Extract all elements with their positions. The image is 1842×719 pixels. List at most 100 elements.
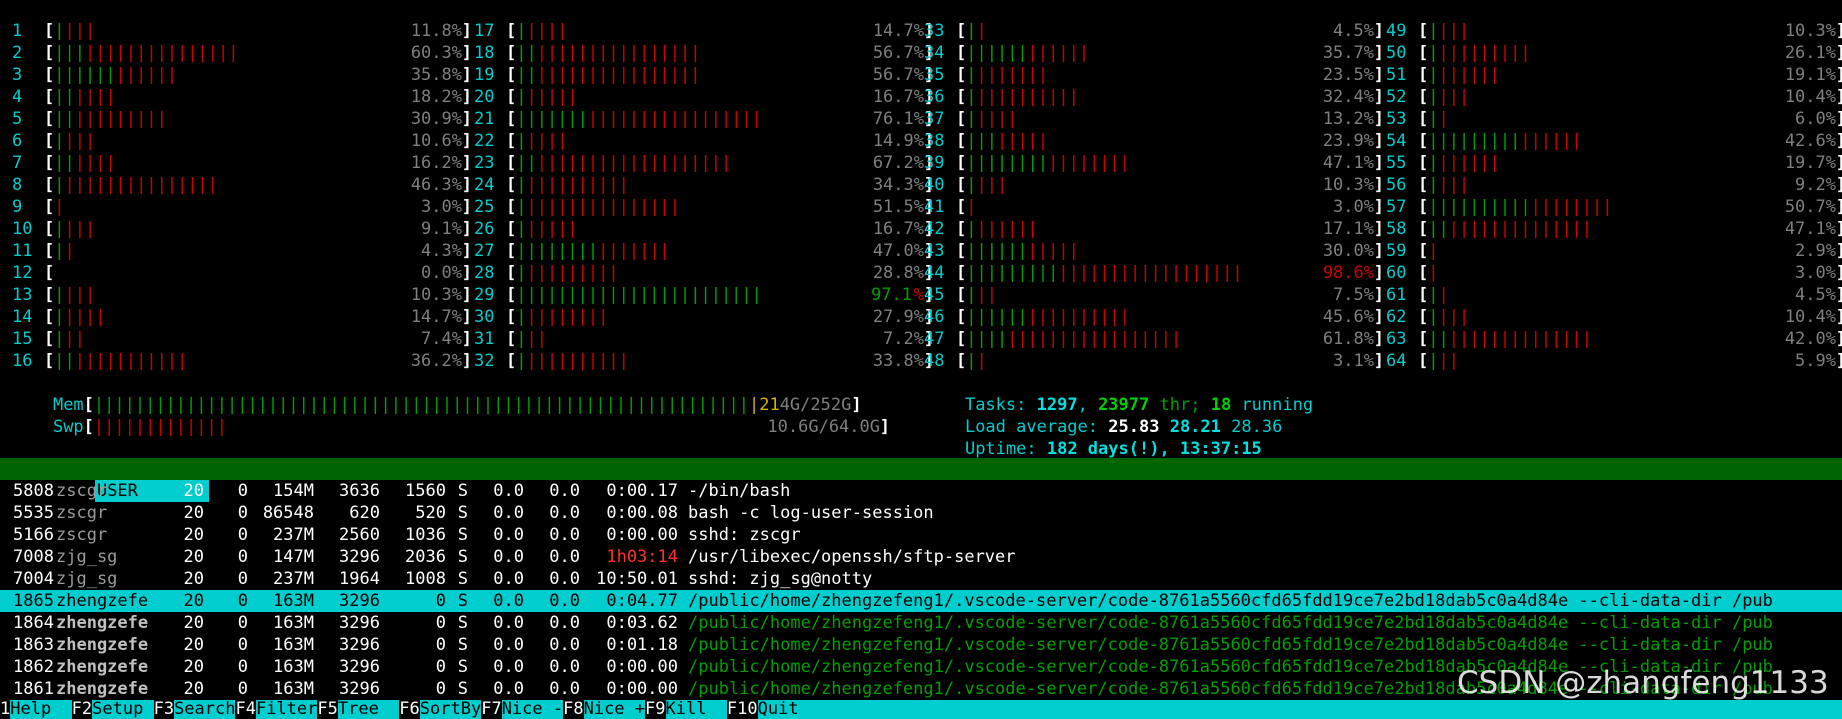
process-pid: 1865 (13, 591, 54, 611)
process-virt: 163M (273, 613, 314, 633)
process-cpu: 0.0 (493, 481, 524, 501)
fkey-kill-button[interactable]: F9Kill (645, 699, 727, 719)
cpu-usage-bar: |||||||||||||||| (966, 307, 1131, 327)
cpu-id: 12 (12, 263, 33, 283)
process-cpu: 0.0 (493, 525, 524, 545)
cpu-meter: 64[|||5.9%] (1386, 351, 1842, 371)
cpu-meter: 21 [|||||||||||||||||||||||| 76.1%] (474, 109, 934, 129)
cpu-id: 8 (12, 175, 23, 195)
process-s: S (457, 679, 468, 699)
fkey-help-button[interactable]: 1Help (0, 699, 72, 719)
cpu-id: 58 (1386, 219, 1407, 239)
process-mem: 0.0 (549, 503, 580, 523)
cpu-meter: 35 [|||||||| 23.5%] (924, 65, 1384, 85)
cpu-percent: 33.8% (872, 351, 924, 371)
cpu-meter: 62[||||10.4%] (1386, 307, 1842, 327)
process-pri: 20 (183, 657, 204, 677)
process-row[interactable]: 1864 zhengzefe 20 0 163M 3296 0 S 0.0 0.0 0:03.62/… (0, 612, 1773, 634)
process-res: 2560 (339, 525, 380, 545)
process-shr: 0 (435, 635, 446, 655)
cpu-usage-bar: ||| (516, 329, 547, 349)
process-time: 0:00.08 (606, 503, 678, 523)
function-key-bar: 1Help F2Setup F3SearchF4FilterF5Tree F6S… (0, 699, 1842, 719)
fkey-quit-button[interactable]: F10Quit (726, 699, 799, 719)
process-time: 0:00.17 (606, 481, 678, 501)
cpu-id: 63 (1386, 329, 1407, 349)
cpu-id: 62 (1386, 307, 1407, 327)
cpu-meter: 51[|||||||19.1%] (1386, 65, 1842, 85)
cpu-usage-bar: |||||||||||||||||||||||| (516, 109, 762, 129)
process-s: S (457, 525, 468, 545)
process-ni: 0 (237, 613, 248, 633)
process-ni: 0 (237, 547, 248, 567)
fkey-label: Nice - (501, 699, 564, 719)
cpu-percent: 3.1% (1333, 351, 1374, 371)
process-virt: 237M (273, 569, 314, 589)
process-table-header[interactable]: PID USER PRI NI VIRT RES SHR S CPU% MEM% TIME+ Comm… (0, 458, 1842, 502)
process-row[interactable]: 1865 zhengzefe 20 0 163M 3296 0 S 0.0 0.0 0:04.77/… (0, 590, 1842, 612)
process-user: zhengzefe (56, 635, 149, 655)
cpu-meter: 42 [||||||| 17.1%] (924, 219, 1384, 239)
cpu-meter: 47 [||||||||||||||||||||| 61.8%] (924, 329, 1384, 349)
process-shr: 1560 (405, 481, 446, 501)
cpu-meter: 57[||||||||||||||||||50.7%] (1386, 197, 1842, 217)
cpu-percent: 14.7% (872, 21, 924, 41)
cpu-id: 9 (12, 197, 23, 217)
process-time: 0:01.18 (606, 635, 678, 655)
cpu-usage-bar: | (1428, 241, 1439, 261)
cpu-meter: 28 [|||||||||| 28.8%] (474, 263, 934, 283)
cpu-usage-bar: || (1428, 109, 1449, 129)
fkey-search-button[interactable]: F3Search (153, 699, 235, 719)
fkey-nice-button[interactable]: F8Nice + (563, 699, 645, 719)
process-row[interactable]: 1863 zhengzefe 20 0 163M 3296 0 S 0.0 0.0 0:01.18/… (0, 634, 1773, 656)
cpu-percent: 13.2% (1322, 109, 1374, 129)
process-row[interactable]: 7008 zjg_sg 20 0 147M 3296 2036 S 0.0 0.0 1h03:14 /… (0, 546, 1015, 568)
cpu-meter: 4 [|||||| 18.2%] (12, 87, 472, 107)
fkey-label: Nice + (583, 699, 646, 719)
cpu-percent: 4.3% (421, 241, 462, 261)
process-row[interactable]: 5535 zscgr 20 0 86548 620 520 S 0.0 0.0 0:00.08 bas… (0, 502, 934, 524)
process-row[interactable]: 7004 zjg_sg 20 0 237M 1964 1008 S 0.0 0.0 10:50.01… (0, 568, 872, 590)
process-user: zhengzefe (56, 591, 149, 611)
process-mem: 0.0 (549, 525, 580, 545)
cpu-meter: 54[|||||||||||||||42.6%] (1386, 131, 1842, 151)
fkey-filter-button[interactable]: F4Filter (235, 699, 317, 719)
cpu-id: 64 (1386, 351, 1407, 371)
cpu-percent: 27.9% (872, 307, 924, 327)
cpu-meter: 33 [|| 4.5%] (924, 21, 1384, 41)
fkey-nice-button[interactable]: F7Nice - (481, 699, 563, 719)
process-row[interactable]: 5166 zscgr 20 0 237M 2560 1036 S 0.0 0.0 0:00.00 ss… (0, 524, 801, 546)
load-line: Load average: 25.83 28.21 28.36 (924, 394, 1282, 437)
process-shr: 0 (435, 613, 446, 633)
fkey-code: F10 (726, 699, 758, 719)
cpu-meter: 27 [||||||||||||||| 47.0%] (474, 241, 934, 261)
cpu-usage-bar: |||| (1428, 21, 1470, 41)
cpu-meter: 10 [|||| 9.1%] (12, 219, 472, 239)
cpu-usage-bar: ||||||||||| (966, 87, 1079, 107)
cpu-meter: 18 [|||||||||||||||||| 56.7%] (474, 43, 934, 63)
process-res: 3296 (339, 591, 380, 611)
cpu-usage-bar: ||||||||||| (516, 175, 629, 195)
cpu-usage-bar: |||| (966, 175, 1008, 195)
cpu-usage-bar: ||||||||||||||| (516, 241, 670, 261)
fkey-tree-button[interactable]: F5Tree (317, 699, 399, 719)
cpu-percent: 10.4% (1784, 307, 1836, 327)
process-virt: 154M (273, 481, 314, 501)
fkey-label: Tree (337, 699, 400, 719)
cpu-usage-bar: ||| (54, 329, 85, 349)
cpu-usage-bar: ||||||| (1428, 153, 1500, 173)
cpu-id: 23 (474, 153, 495, 173)
fkey-code: F8 (563, 699, 584, 719)
process-row[interactable]: 5808 zscgr 20 0 154M 3636 1560 S 0.0 0.0 0:00.17 -/… (0, 480, 790, 502)
process-user: zhengzefe (56, 679, 149, 699)
cpu-meter: 11 [|| 4.3%] (12, 241, 472, 261)
cpu-usage-bar: |||| (54, 21, 96, 41)
process-cpu: 0.0 (493, 547, 524, 567)
fkey-sortby-button[interactable]: F6SortBy (399, 699, 481, 719)
fkey-setup-button[interactable]: F2Setup (71, 699, 154, 719)
process-user: zscgr (56, 525, 108, 545)
process-pri: 20 (183, 525, 204, 545)
cpu-usage-bar: ||| (966, 285, 997, 305)
cpu-meter: 43 [||||||||||| 30.0%] (924, 241, 1384, 261)
cpu-id: 59 (1386, 241, 1407, 261)
